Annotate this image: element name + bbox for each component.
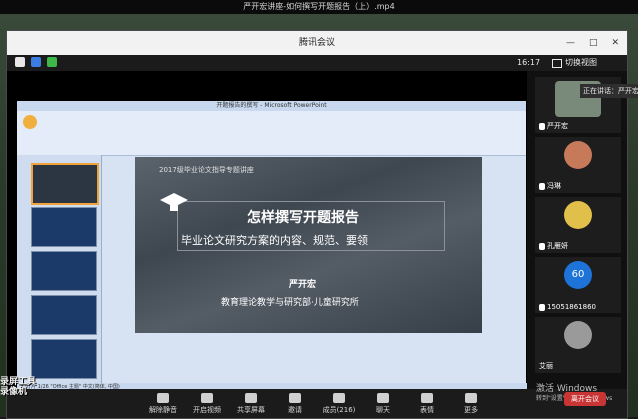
toolbar-label: 表情 bbox=[420, 405, 434, 414]
screen-share-icon bbox=[245, 392, 257, 403]
switch-view-label: 切换视图 bbox=[565, 58, 597, 67]
toolbar-label: 成员(216) bbox=[322, 405, 356, 414]
toolbar-label: 更多 bbox=[464, 405, 478, 414]
slide-subtitle: 毕业论文研究方案的内容、规范、要领 bbox=[181, 234, 368, 247]
participant-name: 冯琳 bbox=[547, 182, 561, 190]
chat-button[interactable]: 聊天 bbox=[365, 392, 401, 415]
watermark-line: 录屏工具 bbox=[0, 377, 37, 387]
participant-sidebar: 严开宏 冯琳 孔雁妍 60 15051861860 艾丽 bbox=[527, 71, 627, 389]
slide-thumbnail[interactable] bbox=[31, 163, 99, 205]
more-icon bbox=[465, 392, 477, 403]
watermark-line: 录像机 bbox=[0, 387, 28, 397]
speaking-indicator: 正在讲话：严开宏 bbox=[580, 84, 638, 98]
meeting-timer: 16:17 bbox=[517, 58, 541, 67]
more-button[interactable]: 更多 bbox=[453, 392, 489, 415]
powerpoint-window: 开题报告的撰写 - Microsoft PowerPoint 2017级毕业论文… bbox=[17, 101, 530, 391]
avatar bbox=[564, 321, 592, 349]
mic-icon bbox=[539, 182, 545, 190]
toolbar-label: 聊天 bbox=[376, 405, 390, 414]
start-video-button[interactable]: 开启视频 bbox=[189, 392, 225, 415]
powerpoint-title: 开题报告的撰写 - Microsoft PowerPoint bbox=[17, 101, 526, 111]
slide-thumbnail-pane[interactable] bbox=[17, 155, 102, 383]
toolbar-label: 解除静音 bbox=[149, 405, 177, 414]
camera-off-icon bbox=[201, 392, 213, 403]
recorder-watermark: 录屏工具 录像机 bbox=[0, 377, 36, 397]
participant-name: 严开宏 bbox=[547, 122, 568, 130]
switch-view-button[interactable]: 切换视图 bbox=[552, 56, 597, 70]
status-icons bbox=[15, 57, 57, 67]
shield-icon[interactable] bbox=[31, 57, 41, 67]
tencent-meeting-window: 腾讯会议 — □ ✕ 16:17 切换视图 开题报告的撰写 - Microsof… bbox=[6, 30, 628, 419]
window-title-bar: 腾讯会议 — □ ✕ bbox=[7, 31, 627, 55]
mic-icon bbox=[539, 122, 545, 130]
slide-thumbnail[interactable] bbox=[31, 207, 97, 247]
toolbar-label: 开启视频 bbox=[193, 405, 221, 414]
toolbar-label: 邀请 bbox=[288, 405, 302, 414]
participant-tile[interactable]: 孔雁妍 bbox=[535, 197, 621, 253]
microphone-off-icon bbox=[157, 392, 169, 403]
info-icon[interactable] bbox=[15, 57, 25, 67]
avatar bbox=[564, 201, 592, 229]
slide-thumbnail[interactable] bbox=[31, 339, 97, 379]
members-button[interactable]: 成员(216) bbox=[321, 392, 357, 415]
toolbar-label: 共享屏幕 bbox=[237, 405, 265, 414]
powerpoint-ribbon[interactable] bbox=[17, 111, 526, 156]
office-button-icon[interactable] bbox=[23, 115, 37, 129]
meeting-toolbar: 解除静音 开启视频 共享屏幕 邀请 成员(216) 聊天 表情 更多 bbox=[7, 389, 627, 418]
reactions-button[interactable]: 表情 bbox=[409, 392, 445, 415]
slide-affiliation: 教育理论教学与研究部·儿童研究所 bbox=[221, 298, 359, 308]
signal-icon[interactable] bbox=[47, 57, 57, 67]
slide-author: 严开宏 bbox=[289, 280, 317, 290]
participant-tile[interactable]: 冯琳 bbox=[535, 137, 621, 193]
video-player-title: 严开宏讲座-如何撰写开题报告（上）.mp4 bbox=[0, 0, 638, 14]
members-icon bbox=[333, 392, 345, 403]
chat-icon bbox=[377, 392, 389, 403]
mic-icon bbox=[539, 242, 545, 250]
window-title: 腾讯会议 bbox=[298, 38, 335, 48]
unmute-button[interactable]: 解除静音 bbox=[145, 392, 181, 415]
slide-header: 2017级毕业论文指导专题讲座 bbox=[159, 166, 254, 174]
participant-tile[interactable]: 艾丽 bbox=[535, 317, 621, 373]
avatar bbox=[564, 141, 592, 169]
maximize-button[interactable]: □ bbox=[589, 31, 598, 55]
invite-button[interactable]: 邀请 bbox=[277, 392, 313, 415]
minimize-button[interactable]: — bbox=[566, 31, 575, 55]
graduation-cap-icon bbox=[160, 193, 188, 211]
emoji-icon bbox=[421, 392, 433, 403]
participant-tile[interactable]: 60 15051861860 bbox=[535, 257, 621, 313]
slide-title: 怎样撰写开题报告 bbox=[247, 210, 359, 226]
grid-view-icon bbox=[552, 58, 562, 68]
slide-thumbnail[interactable] bbox=[31, 251, 97, 291]
current-slide: 2017级毕业论文指导专题讲座 怎样撰写开题报告 毕业论文研究方案的内容、规范、… bbox=[135, 157, 482, 333]
participant-name: 孔雁妍 bbox=[547, 242, 568, 250]
avatar: 60 bbox=[564, 261, 592, 289]
share-screen-button[interactable]: 共享屏幕 bbox=[233, 392, 269, 415]
participant-name: 15051861860 bbox=[547, 303, 596, 311]
participant-name: 艾丽 bbox=[539, 362, 553, 370]
close-button[interactable]: ✕ bbox=[611, 31, 619, 55]
meeting-status-bar: 16:17 切换视图 bbox=[7, 55, 627, 71]
slide-thumbnail[interactable] bbox=[31, 295, 97, 335]
invite-icon bbox=[289, 392, 301, 403]
mic-icon bbox=[539, 303, 545, 311]
leave-meeting-button[interactable]: 离开会议 bbox=[564, 392, 606, 406]
window-controls: — □ ✕ bbox=[566, 31, 619, 55]
